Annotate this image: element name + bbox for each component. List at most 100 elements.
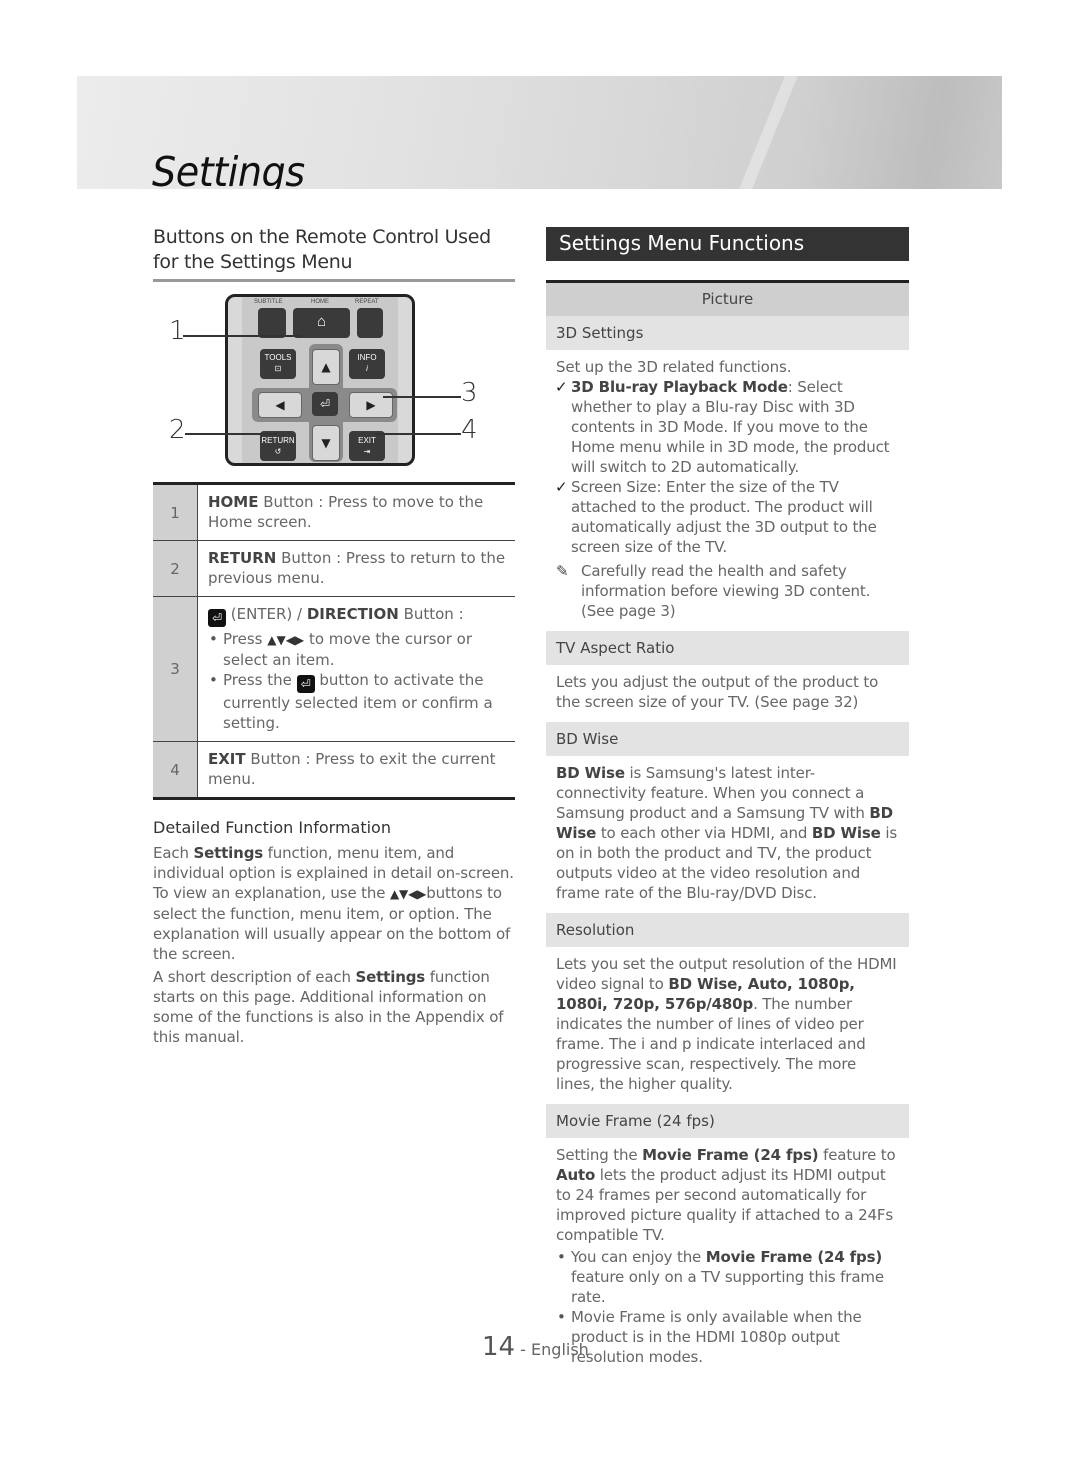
item-body-resolution: Lets you set the output resolution of th… — [546, 947, 909, 1104]
callout-1: 1 — [169, 316, 186, 346]
row-number: 2 — [153, 540, 198, 597]
footer-separator: - — [515, 1340, 532, 1359]
detail-paragraph-1: Each Settings function, menu item, and i… — [153, 843, 515, 964]
row-text: Button : — [398, 605, 464, 623]
callout-line-3 — [383, 396, 461, 398]
callout-3: 3 — [461, 378, 478, 408]
bold-text: Movie Frame (24 fps) — [705, 1248, 883, 1266]
category-header-picture: Picture — [546, 280, 909, 316]
bold-text: 3D Blu-ray Playback Mode — [571, 378, 788, 396]
key-name: HOME — [208, 493, 259, 511]
table-row: 4 EXIT Button : Press to exit the curren… — [153, 741, 515, 799]
text: A short description of each — [153, 968, 356, 986]
text: You can enjoy the — [571, 1248, 706, 1266]
item-body-tv-aspect-ratio: Lets you adjust the output of the produc… — [556, 673, 879, 711]
callout-line-4 — [375, 433, 461, 435]
left-arrow-icon: ◀ — [258, 392, 302, 418]
callout-2: 2 — [169, 415, 186, 445]
callout-4: 4 — [461, 415, 478, 445]
list-item: Screen Size: Enter the size of the TV at… — [555, 477, 899, 557]
item-body-movie-frame: Setting the Movie Frame (24 fps) feature… — [546, 1138, 909, 1377]
item-body-3d-settings: Set up the 3D related functions. 3D Blu-… — [546, 350, 909, 631]
text: Setting the — [556, 1146, 643, 1164]
item-header-bd-wise: BD Wise — [546, 722, 909, 756]
exit-button: EXIT ⇥ — [349, 431, 385, 461]
direction-arrows-icon: ▲▼◀▶ — [267, 633, 305, 647]
direction-arrows-icon: ▲▼◀▶ — [389, 887, 427, 901]
home-icon: ⌂ — [316, 313, 327, 330]
note-text: Carefully read the health and safety inf… — [581, 562, 871, 620]
row-description: HOME Button : Press to move to the Home … — [198, 484, 516, 541]
down-arrow-icon: ▼ — [312, 425, 340, 461]
tools-button: TOOLS ⊡ — [260, 349, 296, 379]
exit-label: EXIT — [358, 436, 376, 445]
section-title-menu-functions: Settings Menu Functions — [546, 227, 909, 261]
detail-paragraph-2: A short description of each Settings fun… — [153, 967, 515, 1047]
bold-text: Settings — [193, 844, 264, 862]
info-button: INFO i — [349, 349, 385, 379]
label-repeat: REPEAT — [355, 299, 379, 305]
row-number: 1 — [153, 483, 198, 541]
item-header-resolution: Resolution — [546, 913, 909, 947]
list-item: Press ▲▼◀▶ to move the cursor or select … — [209, 629, 515, 670]
key-name: DIRECTION — [306, 605, 399, 623]
remote-buttons-table: 1 HOME Button : Press to move to the Hom… — [153, 482, 515, 800]
text: lets the product adjust its HDMI output … — [556, 1166, 894, 1244]
row-description: ⏎ (ENTER) / DIRECTION Button : Press ▲▼◀… — [197, 596, 515, 742]
label-home: HOME — [311, 299, 329, 305]
return-icon: ↺ — [274, 447, 282, 456]
bold-text: BD Wise — [811, 824, 881, 842]
text: feature to — [818, 1146, 896, 1164]
item-intro: Set up the 3D related functions. — [556, 358, 792, 376]
label-subtitle: SUBTITLE — [254, 299, 283, 305]
enter-icon: ⏎ — [208, 609, 226, 627]
bold-text: BD Wise — [556, 764, 625, 782]
left-column: Buttons on the Remote Control Used for t… — [153, 225, 515, 1050]
row-text: Press the — [223, 671, 297, 689]
item-header-movie-frame: Movie Frame (24 fps) — [546, 1104, 909, 1138]
list-item: 3D Blu-ray Playback Mode: Select whether… — [555, 377, 899, 477]
tools-icon: ⊡ — [274, 364, 282, 373]
row-number: 4 — [153, 741, 198, 799]
page-footer: 14 - English — [482, 1332, 589, 1362]
subtitle-button — [258, 308, 286, 338]
row-description: RETURN Button : Press to return to the p… — [197, 540, 515, 597]
row-text: Press — [223, 630, 268, 648]
bold-text: Auto — [556, 1166, 596, 1184]
callout-line-2 — [185, 433, 277, 435]
footer-language: English — [531, 1340, 589, 1359]
table-row: 1 HOME Button : Press to move to the Hom… — [153, 483, 516, 541]
bullet-list: You can enjoy the Movie Frame (24 fps) f… — [556, 1247, 899, 1367]
list-item: You can enjoy the Movie Frame (24 fps) f… — [557, 1247, 899, 1307]
bullet-list: Press ▲▼◀▶ to move the cursor or select … — [208, 629, 515, 733]
header-banner: Settings — [77, 76, 1002, 189]
page-title: Settings — [152, 148, 305, 189]
pencil-note-icon: ✎ — [556, 562, 569, 580]
page-number: 14 — [482, 1332, 516, 1362]
bold-text: Settings — [355, 968, 426, 986]
item-header-3d-settings: 3D Settings — [546, 316, 909, 350]
remote-control: SUBTITLE HOME REPEAT ⌂ TOOLS ⊡ INFO i ▲ ▼ … — [225, 294, 415, 466]
enter-icon: ⏎ — [312, 392, 338, 416]
row-text: Button : Press to exit the current menu. — [208, 750, 496, 788]
section-title-remote-buttons: Buttons on the Remote Control Used for t… — [153, 225, 515, 282]
callout-line-1 — [183, 335, 301, 337]
row-text: (ENTER) / — [226, 605, 307, 623]
up-arrow-icon: ▲ — [312, 349, 340, 385]
note: ✎ Carefully read the health and safety in… — [556, 561, 899, 621]
bold-text: Movie Frame (24 fps) — [642, 1146, 819, 1164]
check-list: 3D Blu-ray Playback Mode: Select whether… — [555, 377, 899, 557]
return-button: RETURN ↺ — [260, 431, 296, 461]
remote-illustration: SUBTITLE HOME REPEAT ⌂ TOOLS ⊡ INFO i ▲ ▼ … — [153, 290, 515, 480]
text: Each — [153, 844, 194, 862]
row-description: EXIT Button : Press to exit the current … — [197, 741, 515, 799]
row-number: 3 — [153, 596, 198, 742]
return-label: RETURN — [261, 436, 295, 445]
item-body-bd-wise: BD Wise is Samsung's latest inter-connec… — [546, 756, 909, 913]
detail-function-title: Detailed Function Information — [153, 818, 391, 837]
item-header-tv-aspect-ratio: TV Aspect Ratio — [546, 631, 909, 665]
right-column: Settings Menu Functions Picture 3D Setti… — [546, 227, 909, 1377]
key-name: RETURN — [208, 549, 277, 567]
tools-label: TOOLS — [264, 353, 292, 362]
list-item: Press the ⏎ button to activate the curre… — [209, 670, 515, 733]
